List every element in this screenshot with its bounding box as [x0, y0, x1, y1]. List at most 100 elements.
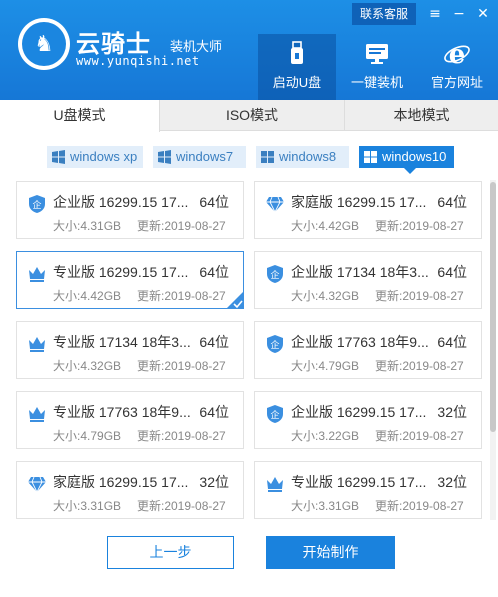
crown-pro-icon [27, 264, 47, 284]
svg-text:企: 企 [32, 199, 41, 211]
nav-label: 官方网址 [430, 75, 483, 90]
logo: ♞ [18, 18, 70, 70]
knight-logo-icon: ♞ [22, 22, 66, 66]
nav-label: 一键装机 [350, 75, 403, 90]
windows-logo-icon [261, 151, 274, 163]
os-version-card[interactable]: 专业版 17763 18年9... 64位大小:4.79GB 更新:2019-08-… [16, 391, 244, 449]
card-architecture: 64位 [437, 264, 467, 280]
ie-browser-icon: e [444, 40, 470, 68]
card-title: 企业版 16299.15 17... [53, 194, 189, 210]
selected-check-icon [226, 291, 244, 309]
os-version-card[interactable]: 家庭版 16299.15 17... 32位 大小:3.31GB 更新:2019-08… [16, 461, 244, 519]
windows-logo-icon [158, 150, 171, 164]
diamond-home-icon [265, 194, 285, 214]
nav-usb-boot[interactable]: 启动U盘 [258, 34, 336, 100]
card-size: 大小:4.42GB [53, 289, 122, 303]
card-architecture: 32位 [199, 474, 229, 490]
os-version-card[interactable]: 企企业版 16299.15 17... 32位大小:3.22GB 更新:2019-0… [254, 391, 482, 449]
crown-pro-icon [27, 404, 47, 424]
card-title: 家庭版 16299.15 17... [53, 474, 189, 490]
card-update-date: 更新:2019-08-27 [375, 289, 464, 303]
card-title: 企业版 17763 18年9... [291, 334, 429, 350]
card-size: 大小:4.79GB [291, 359, 360, 373]
filter-label: windows xp [70, 149, 138, 164]
card-architecture: 64位 [199, 404, 229, 420]
nav-official-site[interactable]: e 官方网址 [418, 34, 496, 100]
tab-usb-mode[interactable]: U盘模式 [0, 100, 160, 132]
card-architecture: 64位 [199, 334, 229, 350]
app-header: ♞ 云骑士 装机大师 www.yunqishi.net 联系客服 ≡ − ✕ 启… [0, 0, 498, 100]
mode-tabs: U盘模式 ISO模式 本地模式 [0, 100, 498, 132]
card-size: 大小:4.42GB [291, 219, 360, 233]
card-architecture: 64位 [199, 264, 229, 280]
os-version-card[interactable]: 专业版 16299.15 17... 64位大小:4.42GB 更新:2019-08… [16, 251, 244, 309]
card-size: 大小:4.32GB [291, 289, 360, 303]
filter-label: windows7 [176, 149, 234, 164]
nav-one-click-install[interactable]: 一键装机 [338, 34, 416, 100]
card-architecture: 32位 [437, 404, 467, 420]
scrollbar-thumb[interactable] [490, 182, 496, 432]
menu-icon[interactable]: ≡ [425, 3, 445, 25]
svg-text:e: e [449, 40, 466, 68]
filter-label: windows8 [279, 149, 337, 164]
tab-iso-mode[interactable]: ISO模式 [160, 100, 345, 131]
usb-drive-icon [291, 41, 303, 64]
shield-enterprise-icon: 企 [265, 264, 285, 284]
filter-label: windows10 [382, 149, 447, 164]
filter-windows8[interactable]: windows8 [256, 146, 349, 168]
svg-text:企: 企 [270, 339, 279, 351]
card-update-date: 更新:2019-08-27 [375, 219, 464, 233]
start-making-button[interactable]: 开始制作 [266, 536, 395, 569]
card-update-date: 更新:2019-08-27 [375, 499, 464, 513]
card-title: 企业版 16299.15 17... [291, 404, 427, 420]
brand-subtitle: 装机大师 [170, 39, 223, 54]
close-icon[interactable]: ✕ [473, 3, 493, 25]
filter-windows-xp[interactable]: windows xp [47, 146, 143, 168]
svg-text:企: 企 [270, 269, 279, 281]
card-size: 大小:4.79GB [53, 429, 122, 443]
card-title: 专业版 17763 18年9... [53, 404, 191, 420]
card-update-date: 更新:2019-08-27 [375, 359, 464, 373]
shield-enterprise-icon: 企 [265, 404, 285, 424]
shield-enterprise-icon: 企 [265, 334, 285, 354]
previous-step-button[interactable]: 上一步 [107, 536, 234, 569]
tab-local-mode[interactable]: 本地模式 [345, 100, 498, 131]
os-version-card[interactable]: 专业版 16299.15 17... 32位大小:3.31GB 更新:2019-08… [254, 461, 482, 519]
diamond-home-icon [27, 474, 47, 494]
card-architecture: 64位 [437, 334, 467, 350]
monitor-icon [366, 44, 388, 64]
os-version-card[interactable]: 企企业版 16299.15 17... 64位大小:4.31GB 更新:2019-0… [16, 181, 244, 239]
contact-support-button[interactable]: 联系客服 [352, 3, 416, 25]
os-version-card[interactable]: 企企业版 17134 18年3... 64位大小:4.32GB 更新:2019-08… [254, 251, 482, 309]
brand-url: www.yunqishi.net [76, 54, 200, 68]
crown-pro-icon [27, 334, 47, 354]
card-title: 企业版 17134 18年3... [291, 264, 429, 280]
card-update-date: 更新:2019-08-27 [375, 429, 464, 443]
svg-text:企: 企 [270, 409, 279, 421]
card-update-date: 更新:2019-08-27 [137, 429, 226, 443]
windows-logo-icon [52, 150, 65, 164]
os-version-card[interactable]: 家庭版 16299.15 17... 64位大小:4.42GB 更新:2019-08… [254, 181, 482, 239]
card-update-date: 更新:2019-08-27 [137, 289, 226, 303]
card-update-date: 更新:2019-08-27 [137, 219, 226, 233]
card-update-date: 更新:2019-08-27 [137, 359, 226, 373]
card-size: 大小:3.22GB [291, 429, 360, 443]
filter-windows7[interactable]: windows7 [153, 146, 246, 168]
crown-pro-icon [265, 474, 285, 494]
shield-enterprise-icon: 企 [27, 194, 47, 214]
card-size: 大小:4.32GB [53, 359, 122, 373]
os-version-card[interactable]: 企企业版 17763 18年9... 64位大小:4.79GB 更新:2019-08… [254, 321, 482, 379]
card-title: 家庭版 16299.15 17... [291, 194, 427, 210]
os-version-card[interactable]: 专业版 17134 18年3... 64位 大小:4.32GB 更新:2019-08-… [16, 321, 244, 379]
card-size: 大小:4.31GB [53, 219, 122, 233]
minimize-icon[interactable]: − [449, 3, 469, 25]
card-architecture: 32位 [437, 474, 467, 490]
windows-logo-icon [364, 151, 377, 163]
card-title: 专业版 16299.15 17... [291, 474, 427, 490]
card-update-date: 更新:2019-08-27 [137, 499, 226, 513]
filter-windows10[interactable]: windows10 [359, 146, 454, 174]
card-size: 大小:3.31GB [291, 499, 360, 513]
card-architecture: 64位 [437, 194, 467, 210]
card-title: 专业版 16299.15 17... [53, 264, 189, 280]
card-architecture: 64位 [199, 194, 229, 210]
